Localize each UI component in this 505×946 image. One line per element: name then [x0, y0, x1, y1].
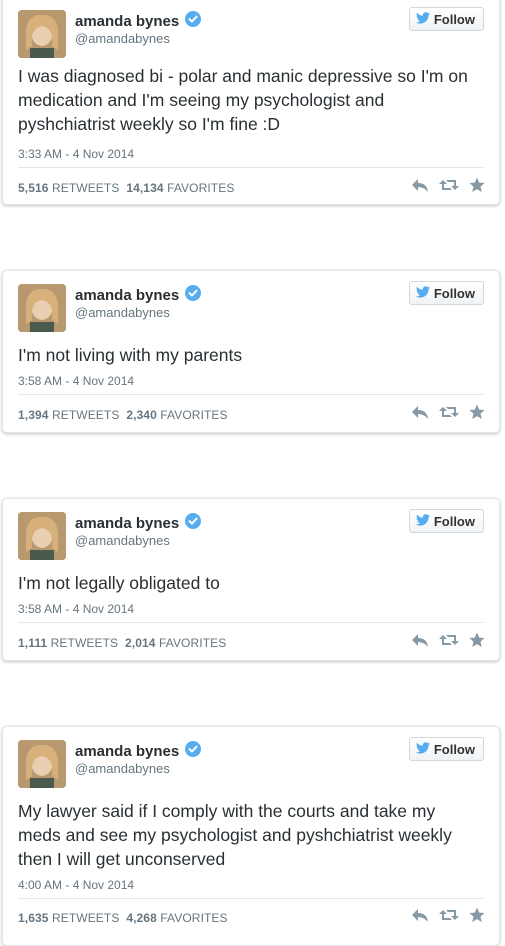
follow-button[interactable]: Follow: [408, 281, 484, 305]
follow-button[interactable]: Follow: [408, 737, 484, 761]
retweet-count[interactable]: 1,394: [18, 408, 49, 422]
verified-badge-icon: [185, 741, 202, 761]
favorite-count[interactable]: 14,134: [126, 181, 163, 195]
user-name-text[interactable]: amanda bynes: [75, 743, 179, 760]
tweet-text-line: pyshchiatrist weekly so I'm fine :D: [18, 114, 281, 134]
tweet-text-line: medication and I'm seeing my psychologis…: [18, 90, 385, 110]
favorite-star-icon[interactable]: [469, 907, 485, 923]
favorite-star-icon[interactable]: [469, 177, 485, 193]
divider: [18, 394, 484, 395]
retweet-icon[interactable]: [439, 404, 459, 420]
user-name-text[interactable]: amanda bynes: [75, 13, 179, 30]
user-name[interactable]: amanda bynes: [75, 741, 202, 761]
divider: [18, 622, 484, 623]
divider: [18, 898, 484, 899]
tweet-timestamp[interactable]: 3:33 AM - 4 Nov 2014: [18, 147, 134, 161]
retweets-label[interactable]: RETWEETS: [52, 911, 119, 925]
tweet-timestamp[interactable]: 3:58 AM - 4 Nov 2014: [18, 602, 134, 616]
user-handle[interactable]: @amandabynes: [75, 761, 170, 776]
favorite-star-icon[interactable]: [469, 404, 485, 420]
reply-icon[interactable]: [411, 632, 429, 648]
tweet-actions: [411, 632, 485, 648]
twitter-bird-icon: [415, 285, 434, 301]
twitter-bird-icon: [415, 11, 434, 27]
tweet-text: I'm not legally obligated to: [18, 571, 484, 595]
tweet-text-line: then I will get unconserved: [18, 849, 226, 869]
follow-button[interactable]: Follow: [408, 7, 484, 31]
follow-label: Follow: [433, 741, 475, 757]
tweet-card: amanda bynes @amandabynes Follow I'm not…: [2, 498, 500, 661]
user-name[interactable]: amanda bynes: [75, 513, 202, 533]
favorite-star-icon[interactable]: [469, 632, 485, 648]
user-name-text[interactable]: amanda bynes: [75, 515, 179, 532]
tweet-actions: [411, 404, 485, 420]
tweet-text-line: meds and see my psychologist and pyshchi…: [18, 825, 452, 845]
user-handle[interactable]: @amandabynes: [75, 533, 170, 548]
favorites-label[interactable]: FAVORITES: [160, 408, 227, 422]
retweet-count[interactable]: 5,516: [18, 181, 49, 195]
retweets-label[interactable]: RETWEETS: [51, 636, 118, 650]
reply-icon[interactable]: [411, 907, 429, 923]
tweet-actions: [411, 907, 485, 923]
user-handle[interactable]: @amandabynes: [75, 305, 170, 320]
tweet-text: I'm not living with my parents: [18, 343, 484, 367]
tweet-card: amanda bynes @amandabynes Follow I'm not…: [2, 270, 500, 433]
retweets-label[interactable]: RETWEETS: [52, 181, 119, 195]
retweet-icon[interactable]: [439, 907, 459, 923]
retweet-count[interactable]: 1,635: [18, 911, 49, 925]
favorite-count[interactable]: 4,268: [126, 911, 157, 925]
follow-label: Follow: [433, 11, 475, 27]
twitter-bird-icon: [415, 513, 434, 529]
favorite-count[interactable]: 2,340: [126, 408, 157, 422]
favorites-label[interactable]: FAVORITES: [159, 636, 226, 650]
verified-badge-icon: [185, 513, 202, 533]
tweet-stats: 5,516 RETWEETS 14,134 FAVORITES: [18, 181, 234, 195]
avatar[interactable]: [18, 10, 66, 58]
tweet-text: I was diagnosed bi - polar and manic dep…: [18, 64, 484, 136]
tweet-text-line: I'm not living with my parents: [18, 345, 243, 365]
retweet-icon[interactable]: [439, 632, 459, 648]
verified-badge-icon: [185, 285, 202, 305]
tweet-actions: [411, 177, 485, 193]
reply-icon[interactable]: [411, 177, 429, 193]
favorites-label[interactable]: FAVORITES: [167, 181, 234, 195]
tweet-card: amanda bynes @amandabynes Follow My lawy…: [2, 726, 500, 946]
user-name-text[interactable]: amanda bynes: [75, 287, 179, 304]
reply-icon[interactable]: [411, 404, 429, 420]
tweet-stats: 1,394 RETWEETS 2,340 FAVORITES: [18, 408, 228, 422]
tweet-card: amanda bynes @amandabynes Follow I was d…: [2, 0, 500, 205]
retweets-label[interactable]: RETWEETS: [52, 408, 119, 422]
follow-label: Follow: [433, 285, 475, 301]
user-name[interactable]: amanda bynes: [75, 11, 202, 31]
user-name[interactable]: amanda bynes: [75, 285, 202, 305]
follow-label: Follow: [433, 513, 475, 529]
tweet-stats: 1,635 RETWEETS 4,268 FAVORITES: [18, 911, 228, 925]
follow-button[interactable]: Follow: [408, 509, 484, 533]
tweet-text-line: My lawyer said if I comply with the cour…: [18, 801, 436, 821]
avatar[interactable]: [18, 284, 66, 332]
tweet-text-line: I'm not legally obligated to: [18, 573, 220, 593]
avatar[interactable]: [18, 512, 66, 560]
tweet-stats: 1,111 RETWEETS 2,014 FAVORITES: [18, 636, 226, 650]
tweet-text-line: I was diagnosed bi - polar and manic dep…: [18, 66, 468, 86]
tweet-text: My lawyer said if I comply with the cour…: [18, 799, 484, 871]
tweet-timestamp[interactable]: 4:00 AM - 4 Nov 2014: [18, 878, 134, 892]
retweet-icon[interactable]: [439, 177, 459, 193]
avatar[interactable]: [18, 740, 66, 788]
twitter-bird-icon: [415, 741, 434, 757]
favorites-label[interactable]: FAVORITES: [160, 911, 227, 925]
retweet-count[interactable]: 1,111: [18, 636, 47, 650]
favorite-count[interactable]: 2,014: [125, 636, 156, 650]
user-handle[interactable]: @amandabynes: [75, 31, 170, 46]
verified-badge-icon: [185, 11, 202, 31]
divider: [18, 167, 484, 168]
tweet-timestamp[interactable]: 3:58 AM - 4 Nov 2014: [18, 374, 134, 388]
